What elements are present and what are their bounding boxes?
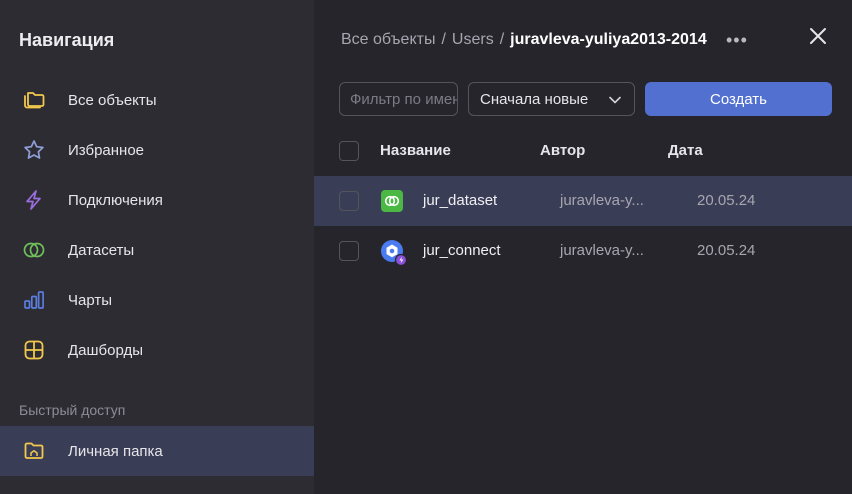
sidebar-item-connections[interactable]: Подключения: [0, 175, 314, 225]
column-header-name[interactable]: Название: [380, 142, 451, 159]
dataset-icon: [381, 190, 403, 212]
row-name: jur_dataset: [423, 192, 498, 209]
sidebar-item-favorites[interactable]: Избранное: [0, 125, 314, 175]
column-header-date[interactable]: Дата: [668, 142, 703, 159]
select-all-checkbox[interactable]: [339, 141, 359, 161]
sidebar-title: Навигация: [19, 30, 115, 50]
table-row[interactable]: jur_connect juravleva-y... 20.05.24: [314, 226, 852, 276]
sidebar-item-label: Чарты: [68, 291, 113, 309]
row-checkbox[interactable]: [339, 191, 359, 211]
breadcrumb-users[interactable]: Users: [452, 31, 494, 49]
breadcrumb-separator: /: [441, 31, 446, 48]
sidebar-item-charts[interactable]: Чарты: [0, 275, 314, 325]
main-panel: Все объекты / Users / juravleva-yuliya20…: [314, 0, 852, 494]
column-header-author[interactable]: Автор: [540, 142, 585, 159]
sidebar-item-personal-folder[interactable]: Личная папка: [0, 426, 314, 476]
star-icon: [22, 138, 46, 162]
sort-select-value: Сначала новые: [480, 90, 589, 108]
sort-select[interactable]: Сначала новые: [468, 82, 635, 116]
chart-bars-icon: [22, 288, 46, 312]
breadcrumb-root[interactable]: Все объекты: [341, 31, 435, 49]
connection-icon: [381, 240, 408, 267]
row-author: juravleva-y...: [560, 242, 644, 259]
row-checkbox[interactable]: [339, 241, 359, 261]
sidebar-item-label: Избранное: [68, 141, 145, 159]
quick-access-label: Быстрый доступ: [19, 402, 126, 418]
chevron-down-icon: [608, 93, 622, 111]
sidebar-item-dashboards[interactable]: Дашборды: [0, 325, 314, 375]
filter-input[interactable]: [339, 82, 458, 116]
sidebar-item-label: Дашборды: [68, 341, 143, 359]
sidebar: Навигация Все объекты Избранное Подключе…: [0, 0, 314, 494]
dashboard-grid-icon: [22, 338, 46, 362]
dataset-rings-icon: [22, 238, 46, 262]
create-button[interactable]: Создать: [645, 82, 832, 116]
sidebar-item-all-objects[interactable]: Все объекты: [0, 75, 314, 125]
sidebar-item-datasets[interactable]: Датасеты: [0, 225, 314, 275]
breadcrumb-current: juravleva-yuliya2013-2014: [510, 31, 707, 48]
home-folder-icon: [22, 439, 46, 463]
breadcrumb-separator: /: [499, 31, 505, 48]
sidebar-item-label: Датасеты: [68, 241, 135, 259]
row-name: jur_connect: [423, 242, 501, 259]
more-options-icon[interactable]: •••: [726, 30, 747, 50]
sidebar-item-label: Все объекты: [68, 91, 157, 109]
lightning-icon: [22, 188, 46, 212]
sidebar-item-label: Личная папка: [68, 442, 163, 460]
row-date: 20.05.24: [697, 192, 756, 209]
row-author: juravleva-y...: [560, 192, 644, 209]
sidebar-item-label: Подключения: [68, 191, 163, 209]
close-icon[interactable]: [806, 24, 830, 48]
folders-icon: [22, 88, 46, 112]
breadcrumb: Все объекты / Users / juravleva-yuliya20…: [341, 31, 707, 49]
table-row[interactable]: jur_dataset juravleva-y... 20.05.24: [314, 176, 852, 226]
row-date: 20.05.24: [697, 242, 756, 259]
